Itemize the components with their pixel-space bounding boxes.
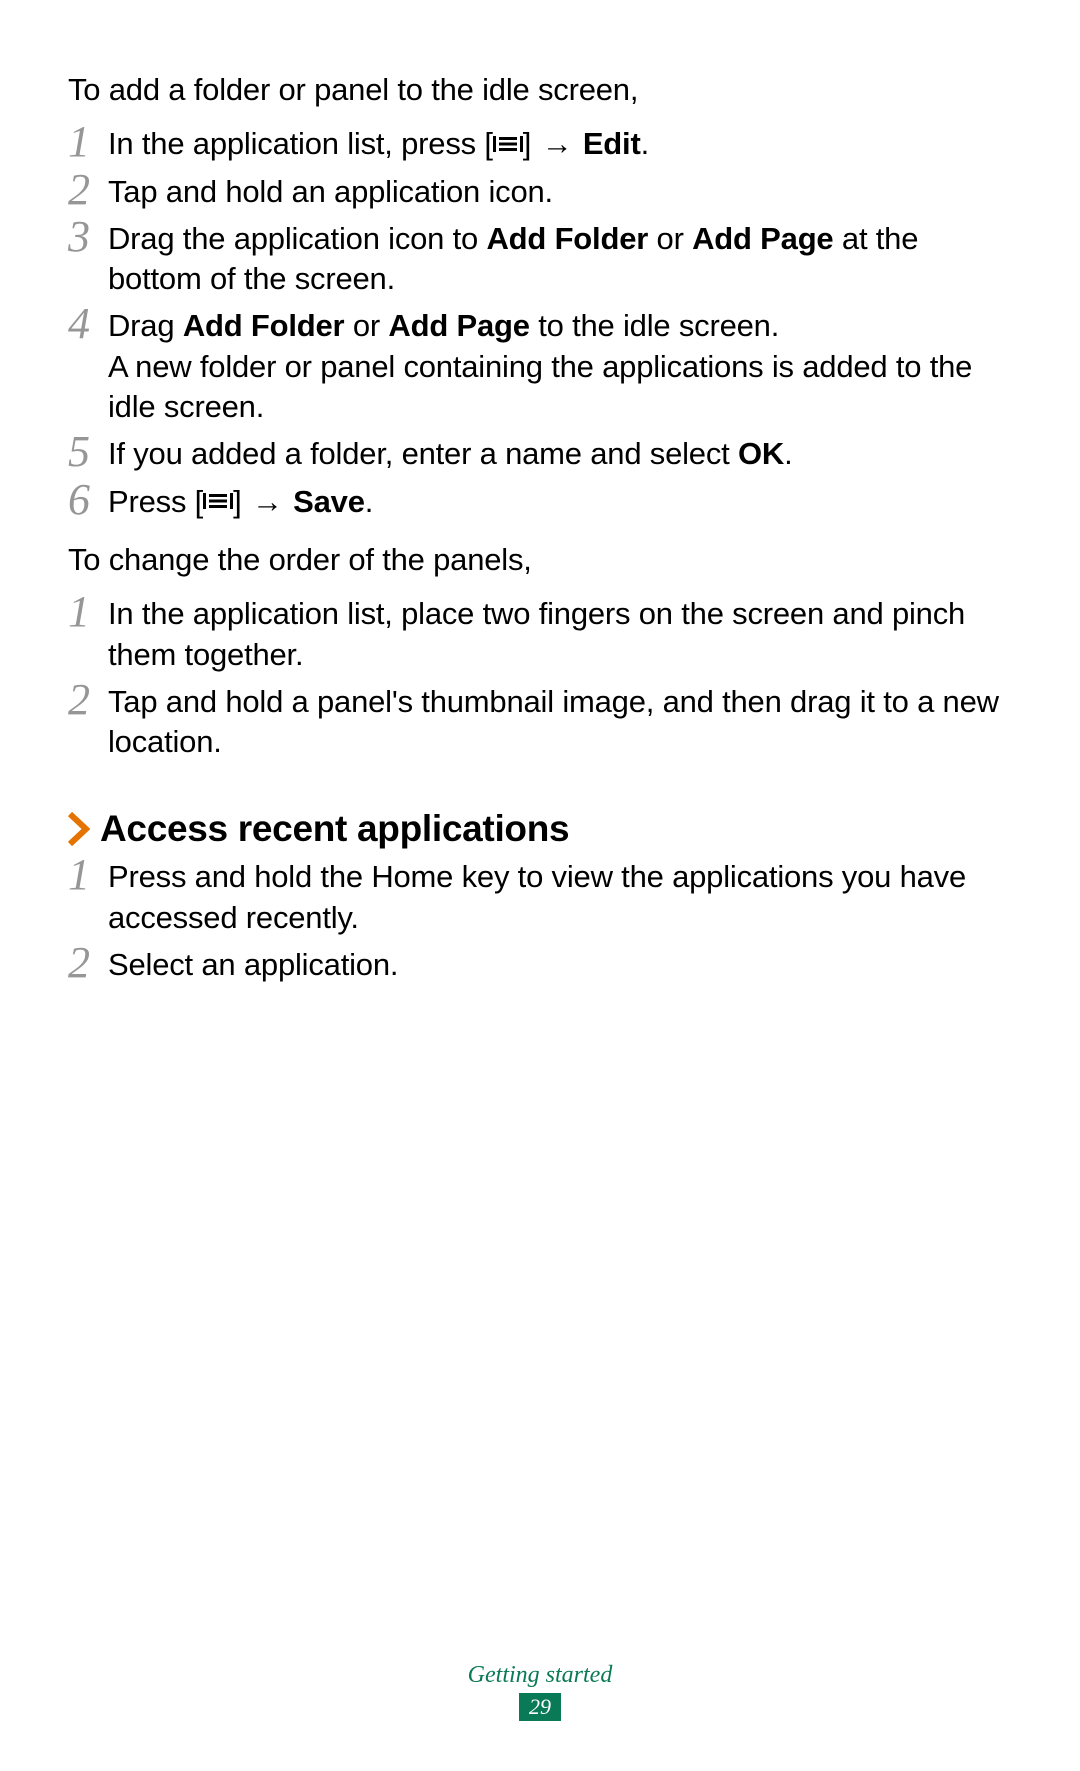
page-footer: Getting started 29 [0,1662,1080,1721]
step-text: Press [] → Save. [108,482,1012,522]
step-number: 5 [68,430,108,474]
step-item: 3Drag the application icon to Add Folder… [68,219,1012,300]
step-item: 2Tap and hold an application icon. [68,172,1012,212]
step-number: 6 [68,478,108,522]
step-number: 1 [68,853,108,897]
section-heading: Access recent applications [100,808,569,850]
step-number: 2 [68,678,108,722]
section-heading-row: Access recent applications [68,808,1012,850]
steps-list-c: 1Press and hold the Home key to view the… [68,857,1012,985]
step-item: 5If you added a folder, enter a name and… [68,434,1012,474]
step-text: Tap and hold an application icon. [108,172,1012,212]
steps-list-a: 1In the application list, press [] → Edi… [68,124,1012,522]
intro-text-2: To change the order of the panels, [68,540,1012,580]
step-text: In the application list, place two finge… [108,594,1012,675]
footer-section-label: Getting started [0,1662,1080,1689]
steps-list-b: 1In the application list, place two fing… [68,594,1012,762]
step-text: In the application list, press [] → Edit… [108,124,1012,164]
step-number: 4 [68,302,108,346]
step-item: 6Press [] → Save. [68,482,1012,522]
step-item: 1Press and hold the Home key to view the… [68,857,1012,938]
page-number-badge: 29 [519,1693,561,1721]
step-number: 2 [68,941,108,985]
chevron-right-icon [68,812,90,846]
step-number: 3 [68,215,108,259]
step-number: 2 [68,168,108,212]
step-number: 1 [68,120,108,164]
intro-text-1: To add a folder or panel to the idle scr… [68,70,1012,110]
step-text: Select an application. [108,945,1012,985]
step-text: Drag Add Folder or Add Page to the idle … [108,306,1012,427]
step-text: Drag the application icon to Add Folder … [108,219,1012,300]
step-item: 2Tap and hold a panel's thumbnail image,… [68,682,1012,763]
step-number: 1 [68,590,108,634]
step-item: 1In the application list, place two fing… [68,594,1012,675]
manual-page: To add a folder or panel to the idle scr… [0,0,1080,1771]
step-text: If you added a folder, enter a name and … [108,434,1012,474]
step-item: 2Select an application. [68,945,1012,985]
step-item: 1In the application list, press [] → Edi… [68,124,1012,164]
step-text: Press and hold the Home key to view the … [108,857,1012,938]
step-item: 4Drag Add Folder or Add Page to the idle… [68,306,1012,427]
step-text: Tap and hold a panel's thumbnail image, … [108,682,1012,763]
